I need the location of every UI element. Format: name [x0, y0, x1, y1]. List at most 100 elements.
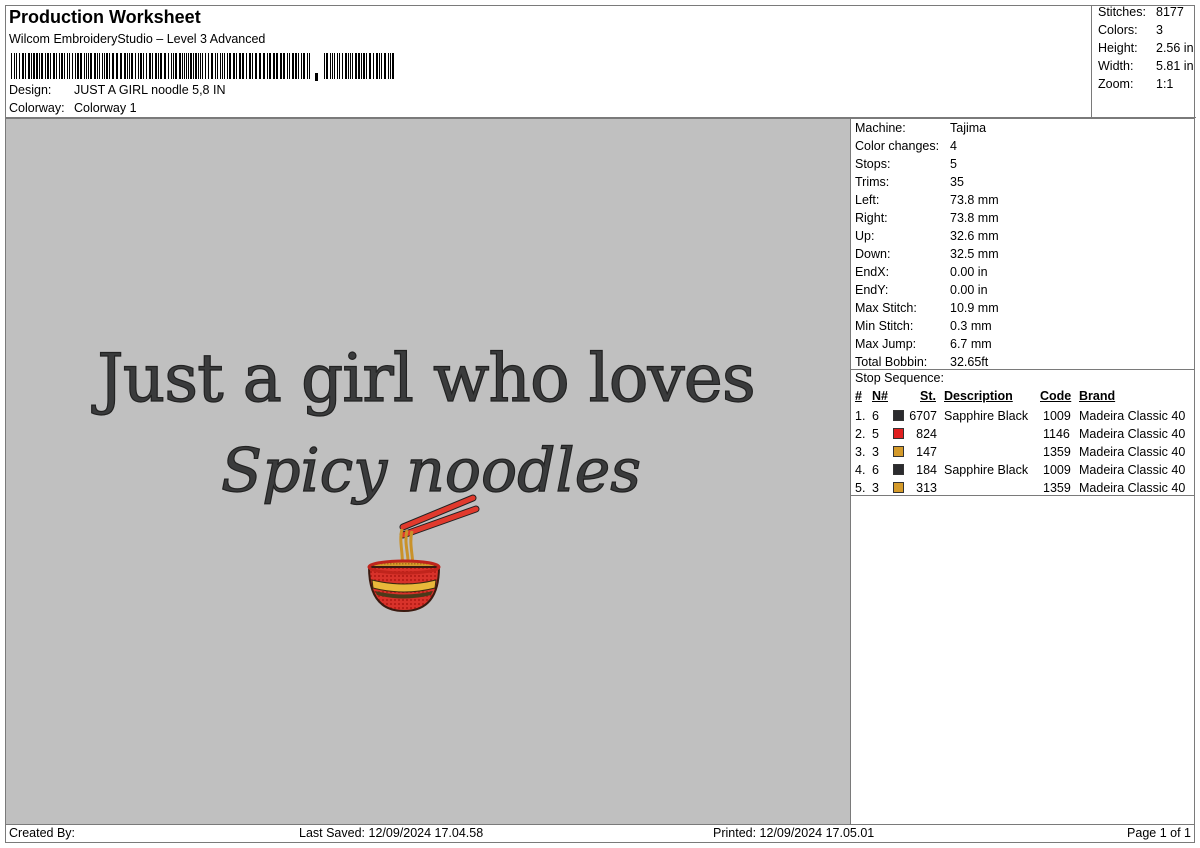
barcode-image — [11, 53, 394, 81]
thread-description: Sapphire Black — [944, 409, 1029, 423]
stat-zoom: Zoom: 1:1 — [1098, 77, 1173, 95]
info-value: 0.00 in — [950, 265, 988, 279]
noodle-bowl-icon — [367, 494, 480, 613]
thread-brand: Madeira Classic 40 — [1079, 463, 1186, 477]
stop-row: 1. 6 6707 Sapphire Black 1009 Madeira Classic… — [851, 407, 1195, 425]
info-label: Left: — [855, 193, 880, 207]
thread-code: 1146 — [1043, 427, 1070, 441]
color-swatch — [893, 446, 904, 457]
info-label: Color changes: — [855, 139, 940, 153]
stat-value: 3 — [1156, 23, 1163, 37]
stop-row: 2. 5 824 1146 Madeira Classic 40 — [851, 425, 1195, 443]
info-value: 32.65ft — [950, 355, 989, 369]
col-header-needle: N# — [872, 389, 888, 403]
info-label: Trims: — [855, 175, 890, 189]
info-down: Down: 32.5 mm — [855, 245, 999, 263]
stat-label: Zoom: — [1098, 77, 1134, 91]
machine-info-panel: Machine: Tajima Color changes: 4 Stops: 5 T… — [851, 118, 1195, 825]
color-swatch — [893, 464, 904, 475]
stat-value: 1:1 — [1156, 77, 1174, 91]
printed-date: Printed: 12/09/2024 17.05.01 — [713, 826, 875, 840]
info-value: 4 — [950, 139, 957, 153]
design-text-line2: Spicy noodles — [221, 436, 641, 506]
needle-number: 6 — [872, 463, 879, 477]
stat-value: 8177 — [1156, 5, 1184, 19]
divider — [851, 495, 1194, 496]
info-value: 73.8 mm — [950, 193, 999, 207]
info-value: 73.8 mm — [950, 211, 999, 225]
stop-sequence-title: Stop Sequence: — [855, 371, 944, 385]
color-swatch — [893, 410, 904, 421]
needle-number: 3 — [872, 445, 879, 459]
info-machine: Machine: Tajima — [855, 119, 986, 137]
info-max-stitch: Max Stitch: 10.9 mm — [855, 299, 999, 317]
info-value: 32.6 mm — [950, 229, 999, 243]
info-value: 35 — [950, 175, 964, 189]
col-header-brand: Brand — [1079, 389, 1116, 403]
info-endx: EndX: 0.00 in — [855, 263, 988, 281]
info-value: 10.9 mm — [950, 301, 999, 315]
design-name: JUST A GIRL noodle 5,8 IN — [74, 83, 226, 97]
info-value: Tajima — [950, 121, 987, 135]
design-label: Design: — [9, 83, 52, 97]
stat-colors: Colors: 3 — [1098, 23, 1163, 41]
stop-index: 2. — [855, 427, 866, 441]
info-label: EndX: — [855, 265, 890, 279]
thread-code: 1009 — [1043, 463, 1071, 477]
info-up: Up: 32.6 mm — [855, 227, 999, 245]
stat-width: Width: 5.81 in — [1098, 59, 1194, 77]
stop-index: 1. — [855, 409, 866, 423]
thread-brand: Madeira Classic 40 — [1079, 445, 1186, 459]
colorway-name: Colorway 1 — [74, 101, 137, 115]
info-value: 6.7 mm — [950, 337, 992, 351]
info-label: Max Stitch: — [855, 301, 917, 315]
thread-code: 1359 — [1043, 445, 1071, 459]
stop-row: 3. 3 147 1359 Madeira Classic 40 — [851, 443, 1195, 461]
info-color-changes: Color changes: 4 — [855, 137, 957, 155]
info-label: EndY: — [855, 283, 889, 297]
info-value: 32.5 mm — [950, 247, 999, 261]
info-label: Machine: — [855, 121, 906, 135]
stat-value: 2.56 in — [1156, 41, 1194, 55]
info-value: 5 — [950, 157, 957, 171]
info-label: Right: — [855, 211, 888, 225]
needle-number: 6 — [872, 409, 879, 423]
software-name: Wilcom EmbroideryStudio – Level 3 Advanc… — [9, 32, 266, 46]
info-endy: EndY: 0.00 in — [855, 281, 988, 299]
page-title: Production Worksheet — [9, 7, 201, 27]
stat-label: Stitches: — [1098, 5, 1146, 19]
thread-description: Sapphire Black — [944, 463, 1029, 477]
info-label: Max Jump: — [855, 337, 917, 351]
stat-stitches: Stitches: 8177 — [1098, 5, 1184, 23]
colorway-row: Colorway: Colorway 1 — [9, 101, 137, 115]
stop-index: 4. — [855, 463, 866, 477]
stat-label: Height: — [1098, 41, 1138, 55]
info-label: Stops: — [855, 157, 891, 171]
last-saved: Last Saved: 12/09/2024 17.04.58 — [299, 826, 484, 840]
col-header-code: Code — [1040, 389, 1072, 403]
stitch-count: 824 — [916, 427, 937, 441]
info-max-jump: Max Jump: 6.7 mm — [855, 335, 992, 353]
info-label: Min Stitch: — [855, 319, 914, 333]
thread-code: 1009 — [1043, 409, 1071, 423]
color-swatch — [893, 428, 904, 439]
created-by: Created By: — [9, 826, 76, 840]
stats-box: Stitches: 8177 Colors: 3 Height: 2.56 in Wi… — [1091, 5, 1196, 118]
design-row: Design: JUST A GIRL noodle 5,8 IN — [9, 83, 225, 97]
stop-row: 4. 6 184 Sapphire Black 1009 Madeira Classic … — [851, 461, 1195, 479]
divider — [851, 369, 1194, 370]
worksheet-header: Production Worksheet Wilcom EmbroiderySt… — [5, 5, 1196, 118]
design-preview: Just a girl who loves Spicy noodles — [5, 118, 851, 825]
stat-height: Height: 2.56 in — [1098, 41, 1194, 59]
info-min-stitch: Min Stitch: 0.3 mm — [855, 317, 992, 335]
thread-brand: Madeira Classic 40 — [1079, 409, 1186, 423]
colorway-label: Colorway: — [9, 101, 65, 115]
info-right: Right: 73.8 mm — [855, 209, 999, 227]
stat-label: Colors: — [1098, 23, 1138, 37]
page-number: Page 1 of 1 — [1127, 826, 1191, 840]
needle-number: 5 — [872, 427, 879, 441]
info-value: 0.3 mm — [950, 319, 992, 333]
info-label: Up: — [855, 229, 875, 243]
thread-brand: Madeira Classic 40 — [1079, 427, 1186, 441]
info-trims: Trims: 35 — [855, 173, 964, 191]
